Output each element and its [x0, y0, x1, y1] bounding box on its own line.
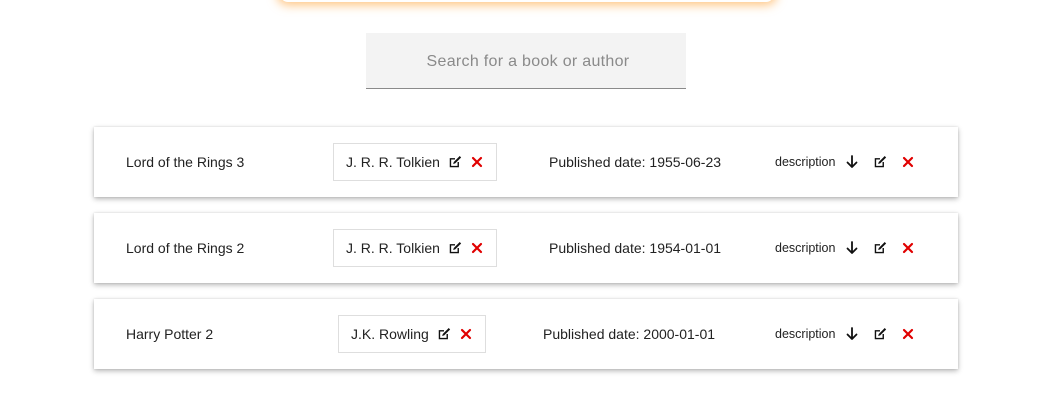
expand-description-arrow-down-icon[interactable]	[845, 327, 859, 341]
delete-book-icon[interactable]	[901, 241, 915, 255]
delete-author-icon[interactable]	[470, 155, 484, 169]
published-date: Published date: 1954-01-01	[549, 240, 722, 256]
book-card: Lord of the Rings 3 J. R. R. Tolkien Pub…	[94, 127, 958, 197]
author-name: J. R. R. Tolkien	[346, 240, 440, 256]
author-name: J.K. Rowling	[351, 326, 429, 342]
author-chip: J. R. R. Tolkien	[333, 229, 497, 267]
edit-author-icon[interactable]	[448, 155, 462, 169]
book-title: Harry Potter 2	[126, 326, 214, 342]
book-card: Lord of the Rings 2 J. R. R. Tolkien Pub…	[94, 213, 958, 283]
page: Lord of the Rings 3 J. R. R. Tolkien Pub…	[0, 0, 1057, 420]
description-label: description	[775, 241, 836, 255]
book-title: Lord of the Rings 2	[126, 240, 245, 256]
book-actions: description	[775, 299, 915, 369]
search-input[interactable]	[366, 33, 690, 90]
delete-book-icon[interactable]	[901, 155, 915, 169]
book-title: Lord of the Rings 3	[126, 154, 245, 170]
delete-author-icon[interactable]	[470, 241, 484, 255]
edit-author-icon[interactable]	[437, 327, 451, 341]
author-chip: J. R. R. Tolkien	[333, 143, 497, 181]
edit-author-icon[interactable]	[448, 241, 462, 255]
description-label: description	[775, 327, 836, 341]
delete-book-icon[interactable]	[901, 327, 915, 341]
published-date: Published date: 1955-06-23	[549, 154, 722, 170]
expand-description-arrow-down-icon[interactable]	[845, 155, 859, 169]
edit-book-icon[interactable]	[873, 241, 887, 255]
expand-description-arrow-down-icon[interactable]	[845, 241, 859, 255]
edit-book-icon[interactable]	[873, 327, 887, 341]
author-chip: J.K. Rowling	[338, 315, 486, 353]
book-list: Lord of the Rings 3 J. R. R. Tolkien Pub…	[94, 127, 958, 385]
delete-author-icon[interactable]	[459, 327, 473, 341]
search-field[interactable]	[366, 33, 690, 90]
book-actions: description	[775, 127, 915, 197]
edit-book-icon[interactable]	[873, 155, 887, 169]
published-date: Published date: 2000-01-01	[543, 326, 716, 342]
description-label: description	[775, 155, 836, 169]
book-actions: description	[775, 213, 915, 283]
top-header-bar	[280, 0, 774, 2]
book-card: Harry Potter 2 J.K. Rowling Published da…	[94, 299, 958, 369]
author-name: J. R. R. Tolkien	[346, 154, 440, 170]
